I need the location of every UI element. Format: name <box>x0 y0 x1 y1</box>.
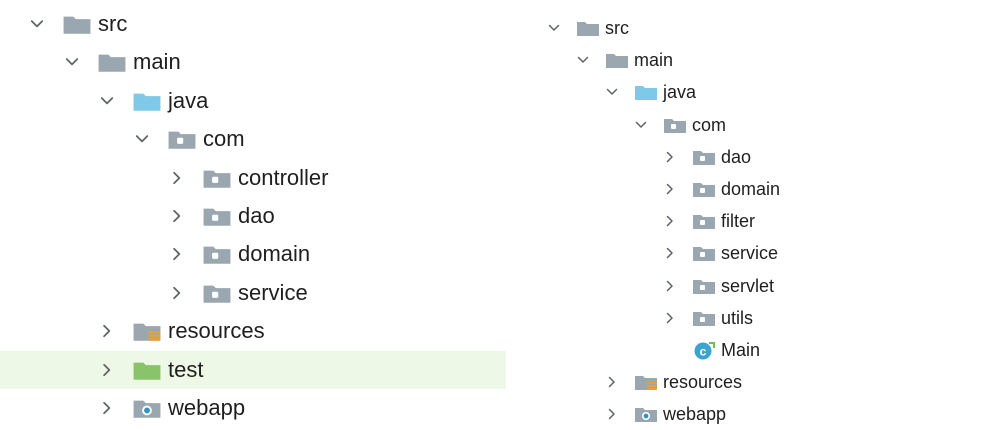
tree-node-src[interactable]: src <box>0 5 506 43</box>
resources-folder-icon <box>634 373 658 391</box>
chevron-right-icon[interactable] <box>170 171 184 185</box>
tree-node-label: dao <box>238 203 275 228</box>
package-icon <box>167 128 197 150</box>
chevron-down-icon[interactable] <box>135 132 149 146</box>
package-icon <box>692 244 716 262</box>
tree-node-main[interactable]: main <box>0 43 506 81</box>
tree-node-label: test <box>168 356 204 382</box>
chevron-right-icon[interactable] <box>664 183 676 195</box>
chevron-down-icon[interactable] <box>577 54 589 66</box>
package-icon <box>692 309 716 327</box>
chevron-right-icon[interactable] <box>664 151 676 163</box>
tree-node-domain[interactable]: domain <box>530 173 990 205</box>
chevron-right-icon[interactable] <box>100 401 114 415</box>
chevron-right-icon[interactable] <box>606 408 618 420</box>
chevron-down-icon[interactable] <box>30 17 44 31</box>
chevron-right-icon[interactable] <box>100 324 114 338</box>
test-folder-icon <box>132 359 162 381</box>
tree-node-service[interactable]: service <box>530 237 990 269</box>
tree-node-label: src <box>98 11 128 36</box>
chevron-right-icon[interactable] <box>170 247 184 261</box>
chevron-right-icon[interactable] <box>170 286 184 300</box>
chevron-down-icon[interactable] <box>100 94 114 108</box>
tree-node-label: controller <box>238 164 329 190</box>
tree-node-service[interactable]: service <box>0 274 506 312</box>
tree-node-main[interactable]: c Main <box>530 334 990 366</box>
package-icon <box>692 148 716 166</box>
tree-node-webapp[interactable]: webapp <box>530 398 990 430</box>
svg-text:c: c <box>700 345 707 359</box>
tree-node-label: service <box>238 279 308 305</box>
tree-node-resources[interactable]: resources <box>530 366 990 398</box>
tree-node-label: servlet <box>721 275 775 296</box>
tree-node-label: resources <box>663 372 743 393</box>
tree-node-filter[interactable]: filter <box>530 205 990 237</box>
tree-node-test[interactable]: test <box>0 350 506 389</box>
chevron-down-icon[interactable] <box>65 55 79 69</box>
tree-node-label: utils <box>721 307 754 328</box>
chevron-down-icon[interactable] <box>635 119 647 131</box>
package-icon <box>202 167 232 189</box>
tree-node-webapp[interactable]: webapp <box>0 389 506 427</box>
source-folder-icon <box>634 83 658 101</box>
tree-node-label: webapp <box>168 395 246 420</box>
tree-node-label: java <box>663 82 697 103</box>
tree-node-com[interactable]: com <box>530 109 990 141</box>
web-folder-icon <box>132 397 162 419</box>
tree-node-servlet[interactable]: servlet <box>530 270 990 302</box>
tree-node-dao[interactable]: dao <box>0 197 506 235</box>
chevron-right-icon[interactable] <box>606 376 618 388</box>
tree-node-dao[interactable]: dao <box>530 141 990 173</box>
tree-node-java[interactable]: java <box>530 76 990 108</box>
tree-node-domain[interactable]: domain <box>0 235 506 273</box>
package-icon <box>692 212 716 230</box>
tree-node-label: com <box>692 114 727 135</box>
chevron-down-icon[interactable] <box>548 22 560 34</box>
tree-node-java[interactable]: java <box>0 82 506 120</box>
resources-folder-icon <box>132 320 162 342</box>
package-icon <box>692 277 716 295</box>
package-icon <box>202 243 232 265</box>
package-icon <box>202 205 232 227</box>
chevron-right-icon[interactable] <box>664 312 676 324</box>
chevron-right-icon[interactable] <box>100 363 114 377</box>
chevron-right-icon[interactable] <box>170 209 184 223</box>
java-class-icon: c <box>692 341 716 360</box>
folder-icon <box>97 51 127 73</box>
package-icon <box>663 116 687 134</box>
tree-node-label: main <box>133 49 181 75</box>
chevron-right-icon[interactable] <box>664 247 676 259</box>
package-icon <box>692 180 716 198</box>
tree-node-label: filter <box>721 211 756 232</box>
source-folder-icon <box>132 90 162 112</box>
tree-node-main[interactable]: main <box>530 44 990 76</box>
tree-node-label: webapp <box>663 404 727 425</box>
folder-icon <box>576 19 600 37</box>
chevron-right-icon[interactable] <box>664 280 676 292</box>
tree-node-label: resources <box>168 318 265 344</box>
tree-node-label: java <box>168 87 209 113</box>
chevron-down-icon[interactable] <box>606 86 618 98</box>
tree-node-label: domain <box>238 241 311 267</box>
tree-node-resources[interactable]: resources <box>0 312 506 350</box>
tree-node-label: dao <box>721 146 752 167</box>
tree-node-label: main <box>634 50 674 71</box>
tree-node-label: Main <box>721 340 761 360</box>
tree-node-controller[interactable]: controller <box>0 159 506 197</box>
tree-node-com[interactable]: com <box>0 120 506 158</box>
tree-node-label: service <box>721 243 779 264</box>
tree-node-label: domain <box>721 179 781 199</box>
package-icon <box>202 282 232 304</box>
tree-node-label: com <box>203 126 245 152</box>
tree-node-utils[interactable]: utils <box>530 302 990 334</box>
tree-node-src[interactable]: src <box>530 12 990 44</box>
chevron-right-icon[interactable] <box>664 215 676 227</box>
folder-icon <box>62 13 92 35</box>
tree-node-label: src <box>605 18 629 38</box>
folder-icon <box>605 51 629 69</box>
web-folder-icon <box>634 405 658 423</box>
